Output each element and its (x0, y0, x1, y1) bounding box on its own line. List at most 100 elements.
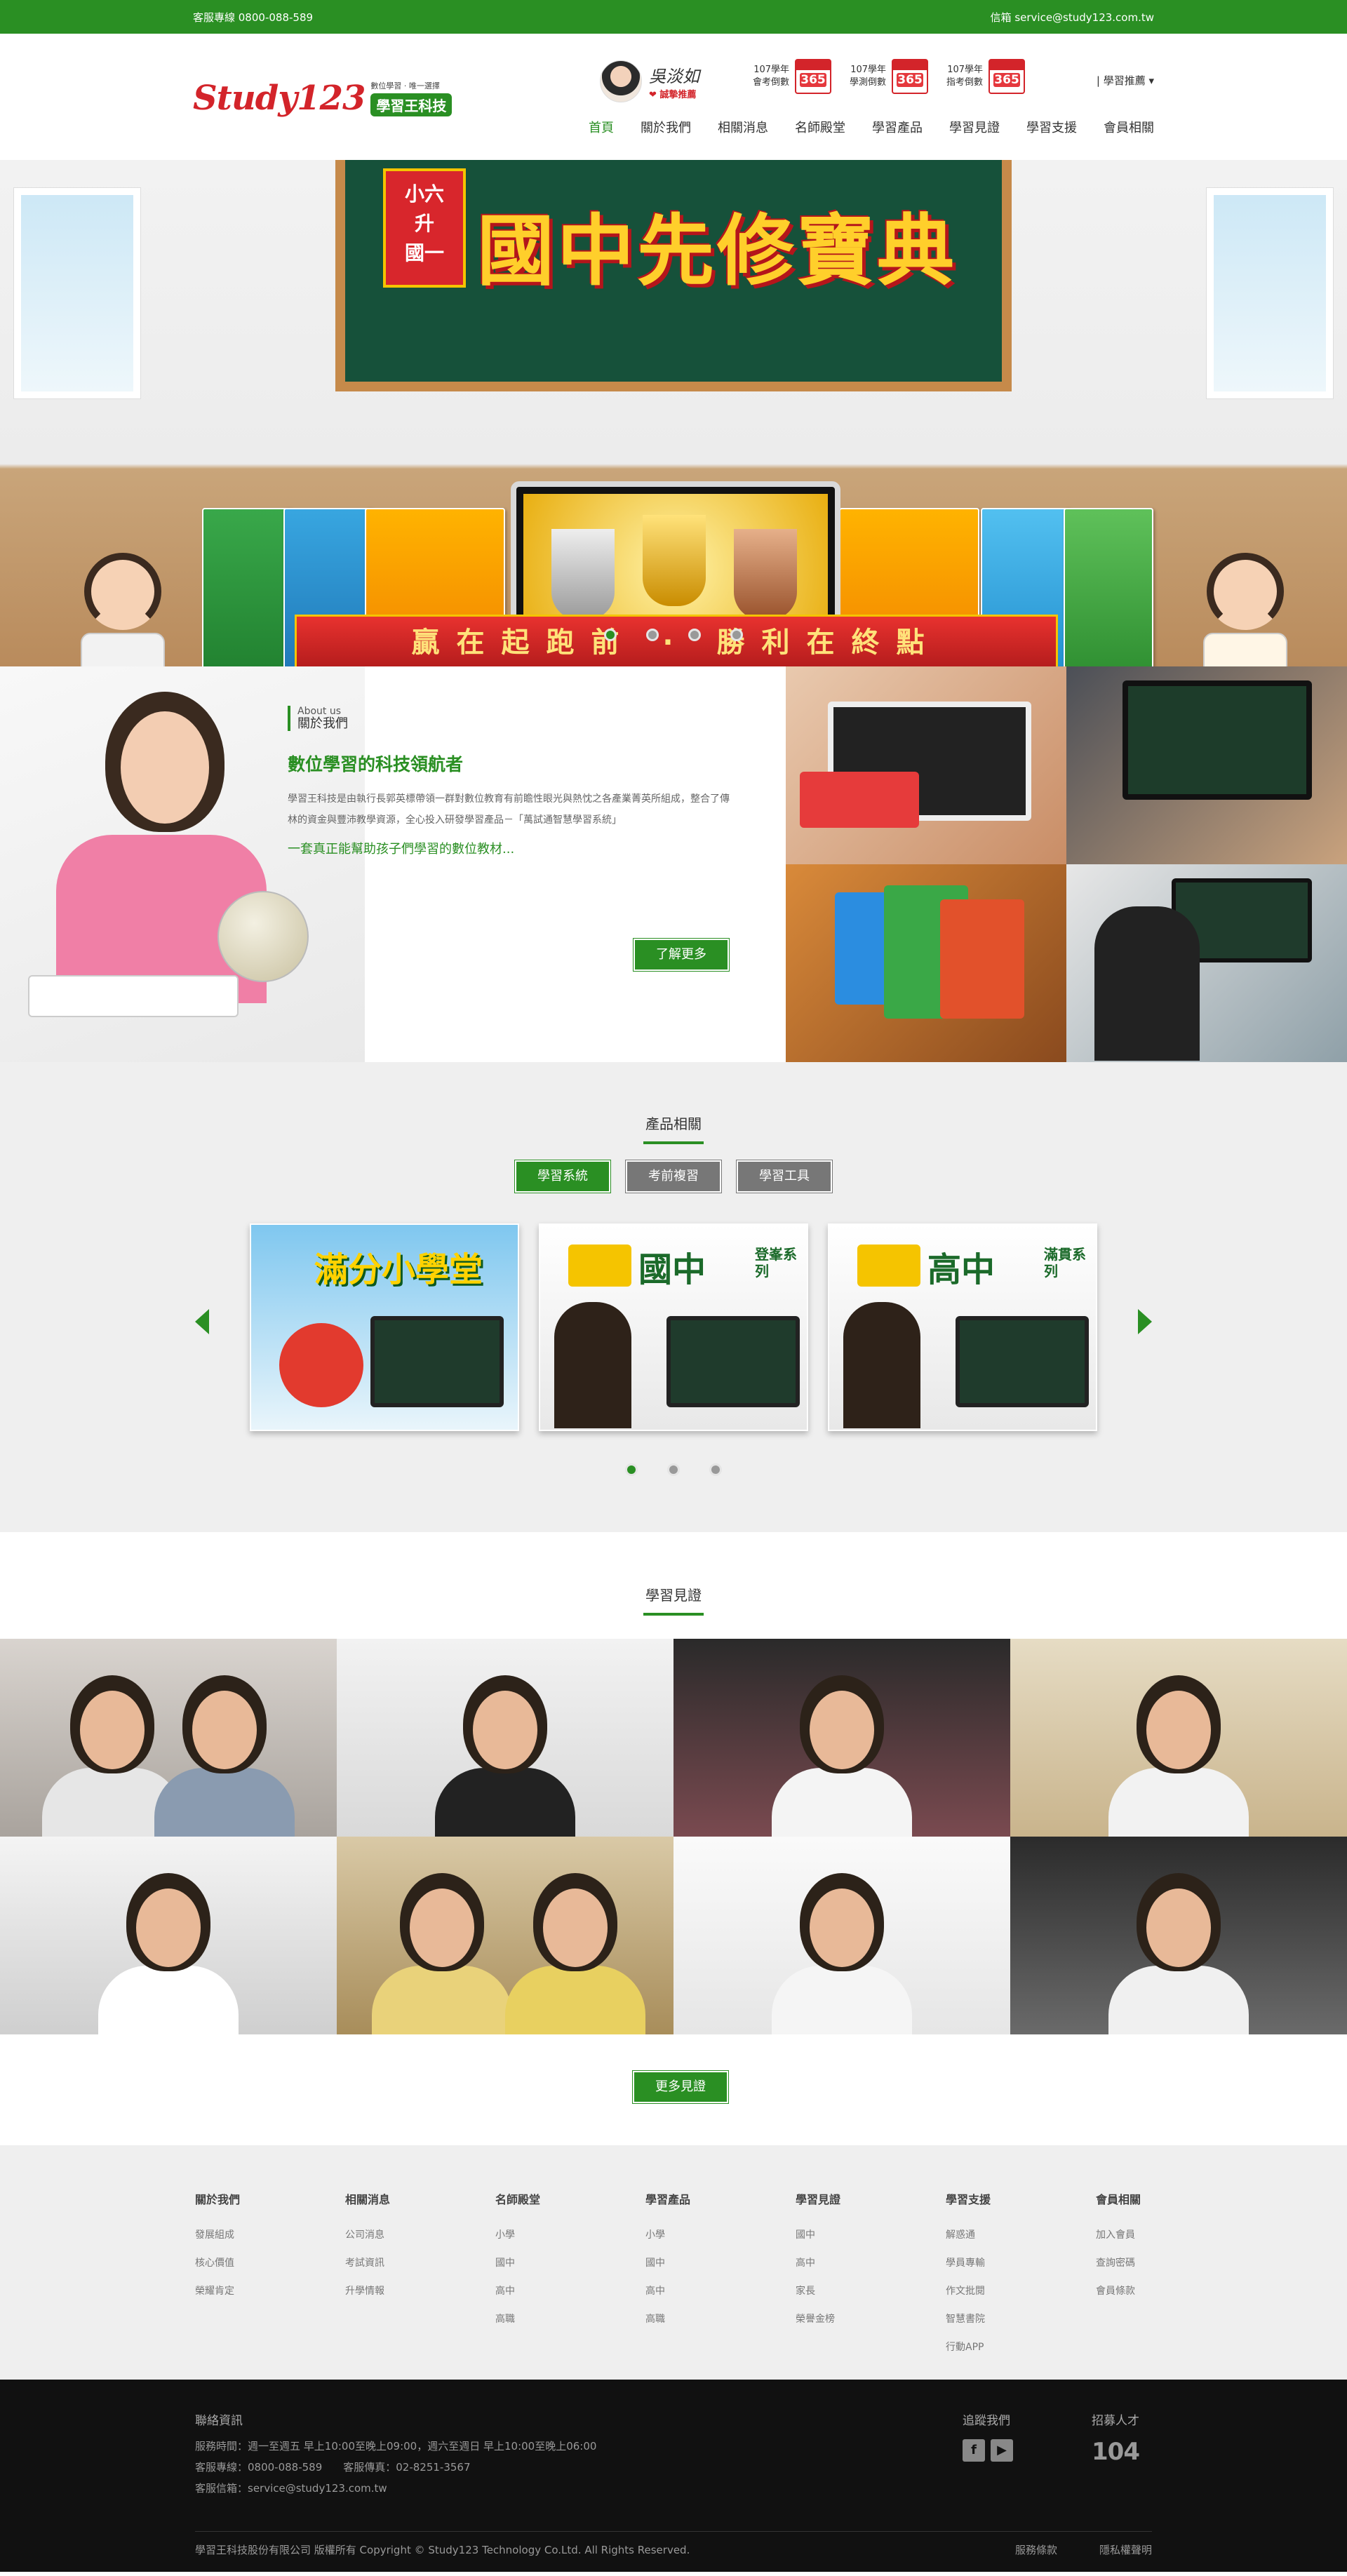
countdown-days: 365 (800, 73, 827, 87)
footer-link[interactable]: 小學 (645, 2221, 796, 2249)
countdown-label: 指考倒數 (946, 77, 984, 88)
pagination-dot[interactable] (667, 1463, 680, 1476)
footer-link[interactable]: 行動APP (946, 2333, 1096, 2361)
countdown-gsat[interactable]: 107學年 學測倒數 365 (850, 59, 929, 94)
window-illustration (14, 188, 140, 398)
footer-column-title: 會員相關 (1096, 2193, 1141, 2206)
footer-link[interactable]: 高中 (645, 2277, 796, 2305)
tab-learning-tools[interactable]: 學習工具 (737, 1160, 832, 1193)
footer-link[interactable]: 核心價值 (195, 2249, 345, 2277)
book-cover (1064, 508, 1153, 666)
product-card[interactable]: 國中 登峯系列 (539, 1223, 808, 1431)
pagination-dot[interactable] (730, 629, 743, 641)
nav-news[interactable]: 相關消息 (718, 118, 768, 136)
nav-home[interactable]: 首頁 (589, 118, 614, 136)
countdown-year: 107學年 (850, 65, 887, 75)
footer-link[interactable]: 公司消息 (345, 2221, 495, 2249)
hero-pagination (0, 629, 1347, 641)
nav-support[interactable]: 學習支援 (1026, 118, 1077, 136)
testimonial-video[interactable] (1010, 1639, 1347, 1837)
footer-link[interactable]: 會員條款 (1096, 2277, 1246, 2305)
testimonial-video[interactable] (674, 1639, 1010, 1837)
pagination-dot[interactable] (604, 629, 617, 641)
hero-banner[interactable]: 小六 升 國一 國中先修寶典 贏在起跑前 · 勝利在終點 (0, 160, 1347, 666)
footer-link[interactable]: 榮耀肯定 (195, 2277, 345, 2305)
service-email[interactable]: 信箱 service@study123.com.tw (991, 10, 1154, 25)
footer-link[interactable]: 榮譽金榜 (796, 2305, 946, 2333)
footer-link[interactable]: 高中 (796, 2249, 946, 2277)
more-testimonials-button[interactable]: 更多見證 (633, 2071, 728, 2103)
celebrity-recommend[interactable]: 吳淡如 ❤ 誠摯推薦 (600, 56, 733, 107)
footer-link[interactable]: 高職 (495, 2305, 645, 2333)
footer-link[interactable]: 高職 (645, 2305, 796, 2333)
testimonials-title: 學習見證 (0, 1584, 1347, 1616)
footer-link[interactable]: 國中 (645, 2249, 796, 2277)
testimonials-section: 學習見證 更多見證 (0, 1532, 1347, 2145)
learn-recommend-dropdown[interactable]: | 學習推薦 ▾ (1097, 73, 1154, 88)
product-carousel: 滿分小學堂 國中 登峯系列 高中 滿貫系列 (250, 1223, 1097, 1431)
privacy-link[interactable]: 隱私權聲明 (1099, 2542, 1152, 2557)
recruitment: 招募人才 104 (1092, 2410, 1140, 2466)
calendar-icon: 365 (989, 59, 1026, 94)
product-card[interactable]: 高中 滿貫系列 (828, 1223, 1097, 1431)
contact-email[interactable]: 客服信箱：service@study123.com.tw (195, 2478, 596, 2499)
service-hours: 服務時間：週一至週五 早上10:00至晚上09:00，週六至週日 早上10:00… (195, 2440, 597, 2453)
recommend-signature: 吳淡如 (649, 67, 699, 86)
nav-teachers[interactable]: 名師殿堂 (795, 118, 845, 136)
footer-link[interactable]: 加入會員 (1096, 2221, 1246, 2249)
104-logo-icon[interactable]: 104 (1092, 2438, 1140, 2466)
footer-link[interactable]: 學員專輸 (946, 2249, 1096, 2277)
countdown-ast[interactable]: 107學年 指考倒數 365 (946, 59, 1026, 94)
site-logo[interactable]: Study123 數位學習 · 唯一選擇 學習王科技 (193, 79, 453, 118)
carousel-prev-arrow[interactable] (195, 1309, 209, 1334)
youtube-icon[interactable]: ▶ (991, 2439, 1013, 2462)
products-title: 產品相關 (0, 1113, 1347, 1144)
tab-exam-review[interactable]: 考前複習 (626, 1160, 721, 1193)
footer-link[interactable]: 查詢密碼 (1096, 2249, 1246, 2277)
gallery-tile[interactable] (1066, 666, 1347, 864)
gallery-tile[interactable] (786, 666, 1066, 864)
footer-link[interactable]: 小學 (495, 2221, 645, 2249)
footer-link[interactable]: 解惑通 (946, 2221, 1096, 2249)
gallery-tile[interactable] (1066, 864, 1347, 1062)
testimonial-video[interactable] (0, 1837, 337, 2034)
avatar (600, 60, 642, 102)
pagination-dot[interactable] (646, 629, 659, 641)
testimonial-video[interactable] (0, 1639, 337, 1837)
product-card[interactable]: 滿分小學堂 (250, 1223, 519, 1431)
nav-testimonials[interactable]: 學習見證 (949, 118, 1000, 136)
footer-link[interactable]: 高中 (495, 2277, 645, 2305)
footer-link[interactable]: 升學情報 (345, 2277, 495, 2305)
testimonial-video[interactable] (1010, 1837, 1347, 2034)
tab-learning-system[interactable]: 學習系統 (515, 1160, 610, 1193)
footer-link[interactable]: 智慧書院 (946, 2305, 1096, 2333)
footer-link[interactable]: 國中 (796, 2221, 946, 2249)
testimonial-video[interactable] (337, 1837, 674, 2034)
facebook-icon[interactable]: f (963, 2439, 985, 2462)
footer-link[interactable]: 發展組成 (195, 2221, 345, 2249)
kid-illustration (279, 1323, 363, 1407)
pagination-dot[interactable] (625, 1463, 638, 1476)
footer-link[interactable]: 國中 (495, 2249, 645, 2277)
contact-title: 聯絡資訊 (195, 2414, 243, 2428)
about-headline: 數位學習的科技領航者 (288, 754, 464, 774)
nav-products[interactable]: 學習產品 (872, 118, 923, 136)
nav-about[interactable]: 關於我們 (641, 118, 691, 136)
footer-column-about: 關於我們 發展組成 核心價值 榮耀肯定 (195, 2190, 345, 2361)
pagination-dot[interactable] (709, 1463, 722, 1476)
carousel-next-arrow[interactable] (1138, 1309, 1152, 1334)
footer-link[interactable]: 考試資訊 (345, 2249, 495, 2277)
footer-link[interactable]: 家長 (796, 2277, 946, 2305)
products-section: 產品相關 學習系統 考前複習 學習工具 滿分小學堂 國中 登峯系列 高中 滿貫系… (0, 1062, 1347, 1532)
pagination-dot[interactable] (688, 629, 701, 641)
learn-more-button[interactable]: 了解更多 (634, 939, 729, 971)
terms-link[interactable]: 服務條款 (1015, 2542, 1057, 2557)
testimonial-video[interactable] (337, 1639, 674, 1837)
testimonial-video[interactable] (674, 1837, 1010, 2034)
hero-badge: 小六 升 國一 (383, 168, 466, 288)
footer-link[interactable]: 作文批閱 (946, 2277, 1096, 2305)
countdown-entrance[interactable]: 107學年 會考倒數 365 (753, 59, 832, 94)
nav-members[interactable]: 會員相關 (1104, 118, 1154, 136)
badge-line: 升 (414, 212, 434, 235)
gallery-tile[interactable] (786, 864, 1066, 1062)
